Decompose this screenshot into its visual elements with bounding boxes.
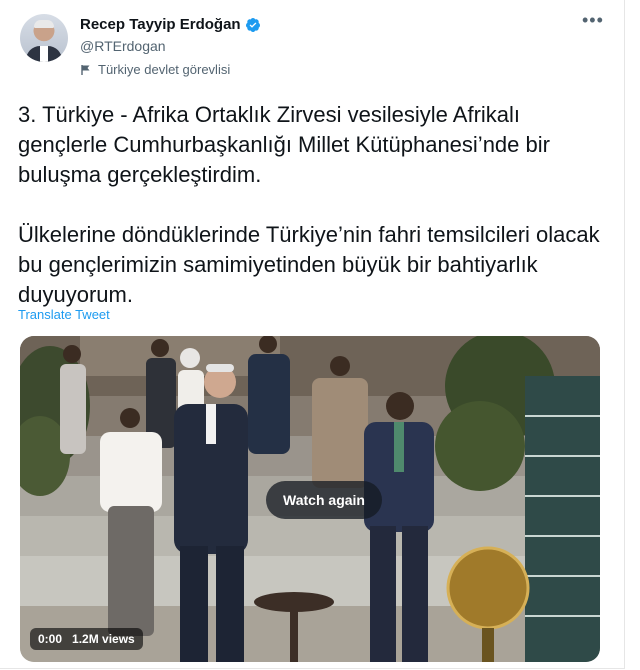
government-label[interactable]: Türkiye devlet görevlisi [80,62,230,77]
flag-icon [81,64,90,75]
avatar-hair [34,20,54,28]
translate-tweet-link[interactable]: Translate Tweet [18,307,110,322]
author-name-row[interactable]: Recep Tayyip Erdoğan [80,16,261,33]
author-name[interactable]: Recep Tayyip Erdoğan [80,16,241,33]
verified-badge-icon [245,17,260,32]
video-player[interactable]: Watch again 0:00 1.2M views [20,336,600,662]
video-time: 0:00 [38,632,63,646]
watch-again-button[interactable]: Watch again [266,481,382,519]
author-handle[interactable]: @RTErdogan [80,38,166,54]
video-stats-badge: 0:00 1.2M views [30,628,143,650]
government-label-text: Türkiye devlet görevlisi [98,62,231,77]
tweet-paragraph-1: 3. Türkiye - Afrika Ortaklık Zirvesi ves… [18,102,550,187]
avatar-shirt [40,46,48,62]
more-options-icon[interactable]: ••• [582,10,604,31]
tweet-card: Recep Tayyip Erdoğan @RTErdogan Türkiye … [0,0,625,669]
tweet-text: 3. Türkiye - Afrika Ortaklık Zirvesi ves… [18,100,608,310]
video-views: 1.2M views [72,632,135,646]
tweet-paragraph-2: Ülkelerine döndüklerinde Türkiye’nin fah… [18,222,600,307]
avatar[interactable] [20,14,68,62]
